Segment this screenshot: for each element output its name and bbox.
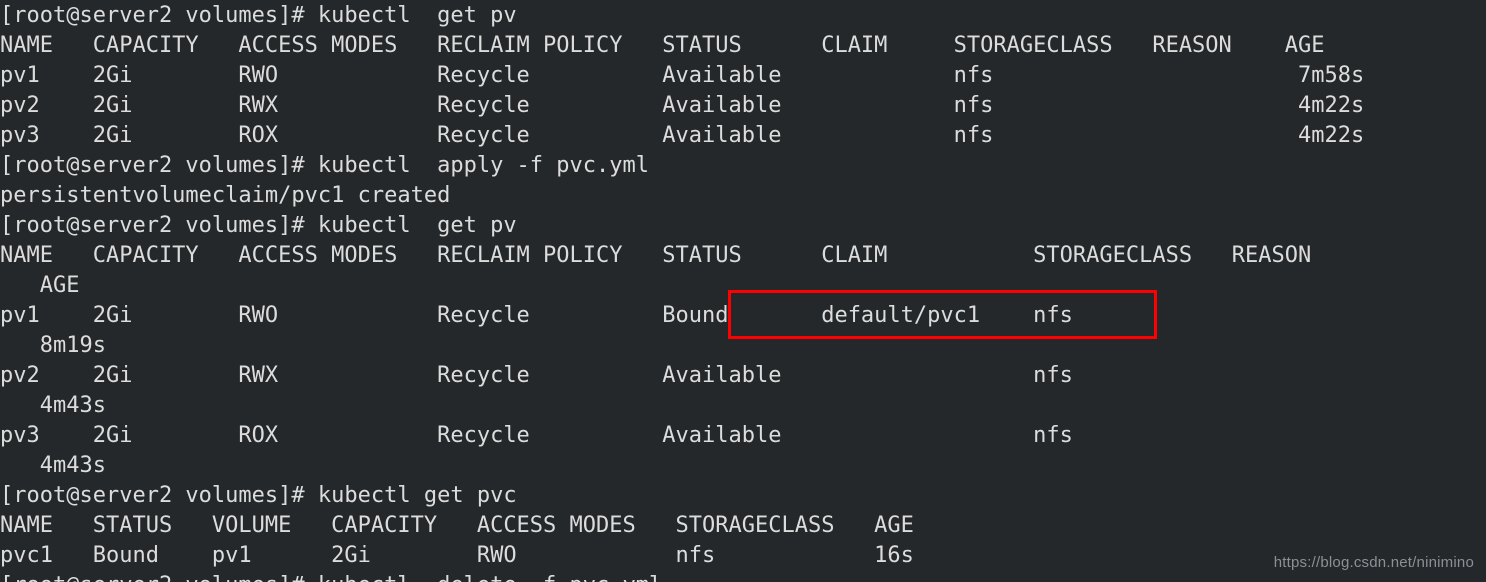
terminal-line: pv3 2Gi ROX Recycle Available nfs xyxy=(0,423,1073,448)
terminal-line: [root@server2 volumes]# kubectl apply -f… xyxy=(0,153,650,178)
terminal-line: AGE xyxy=(0,273,80,298)
watermark: https://blog.csdn.net/ninimino xyxy=(1273,554,1474,571)
terminal-line: [root@server2 volumes]# kubectl get pvc xyxy=(0,483,517,508)
terminal-line: NAME CAPACITY ACCESS MODES RECLAIM POLIC… xyxy=(0,243,1312,268)
terminal-line: pv1 2Gi RWO Recycle Bound default/pvc1 n… xyxy=(0,303,1073,328)
terminal-window[interactable]: [root@server2 volumes]# kubectl get pv N… xyxy=(0,0,1486,582)
terminal-line: [root@server2 volumes]# kubectl delete -… xyxy=(0,571,1364,582)
terminal-line: pvc1 Bound pv1 2Gi RWO nfs 16s xyxy=(0,543,914,568)
terminal-line: NAME STATUS VOLUME CAPACITY ACCESS MODES… xyxy=(0,513,914,538)
terminal-line: 8m19s xyxy=(0,333,106,358)
terminal-line: pv1 2Gi RWO Recycle Available nfs 7m58s xyxy=(0,63,1365,88)
terminal-line: [root@server2 volumes]# kubectl get pv xyxy=(0,213,517,238)
terminal-line: persistentvolumeclaim/pvc1 created xyxy=(0,183,451,208)
terminal-line: pv2 2Gi RWX Recycle Available nfs xyxy=(0,363,1073,388)
terminal-line: pv2 2Gi RWX Recycle Available nfs 4m22s xyxy=(0,93,1365,118)
terminal-line: [root@server2 volumes]# kubectl get pv xyxy=(0,3,517,28)
terminal-screen: [root@server2 volumes]# kubectl get pv N… xyxy=(0,0,1364,582)
terminal-line: NAME CAPACITY ACCESS MODES RECLAIM POLIC… xyxy=(0,33,1325,58)
terminal-line: 4m43s xyxy=(0,453,106,478)
terminal-line: 4m43s xyxy=(0,393,106,418)
terminal-line: pv3 2Gi ROX Recycle Available nfs 4m22s xyxy=(0,123,1365,148)
